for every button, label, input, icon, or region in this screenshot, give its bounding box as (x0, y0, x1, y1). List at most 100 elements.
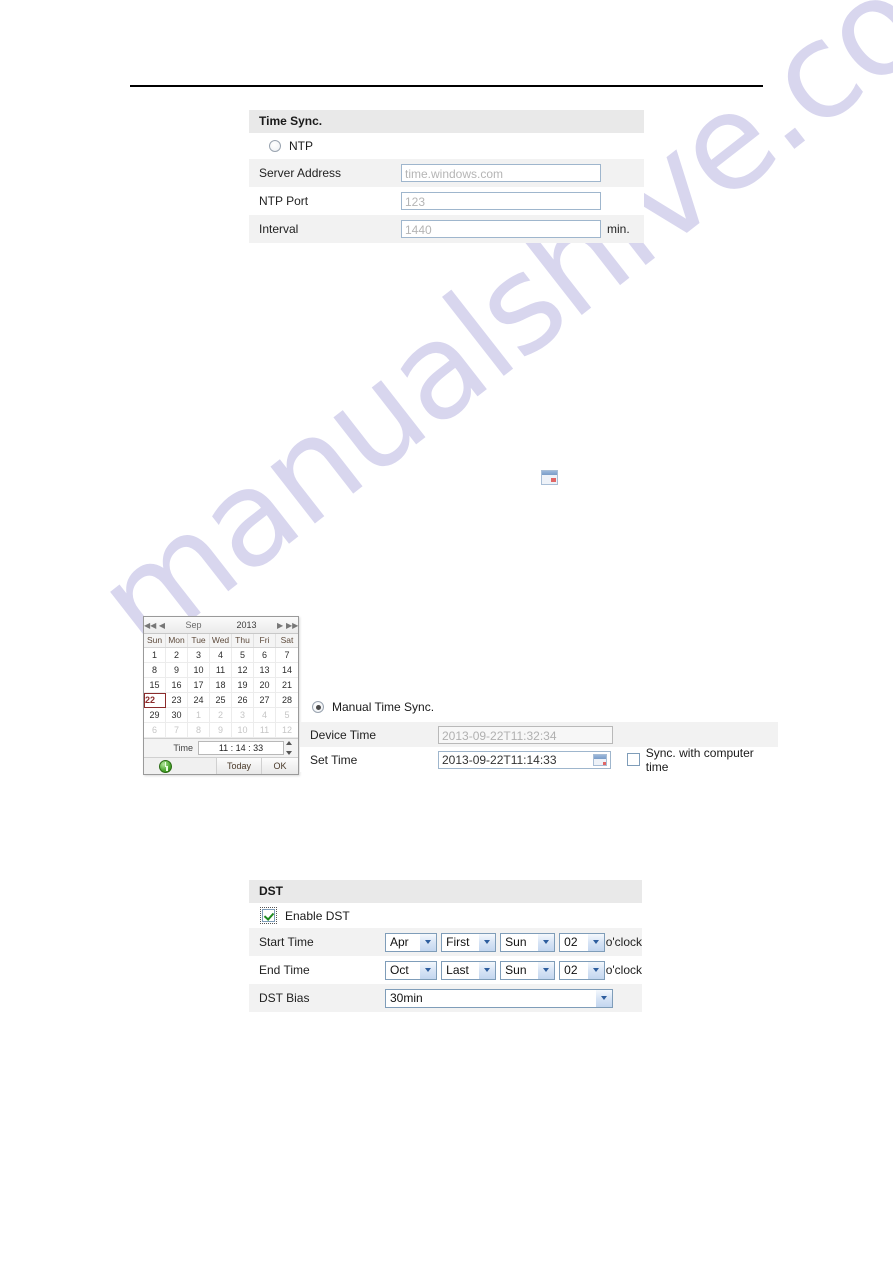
calendar-weekday-wed: Wed (210, 634, 232, 647)
calendar-day-cell[interactable]: 3 (232, 708, 254, 723)
calendar-day-cell[interactable]: 27 (254, 693, 276, 708)
manual-sync-option-row[interactable]: Manual Time Sync. (312, 694, 782, 720)
calendar-day-cell[interactable]: 5 (232, 648, 254, 663)
calendar-day-cell[interactable]: 13 (254, 663, 276, 678)
calendar-time-input[interactable]: 11 : 14 : 33 (198, 741, 284, 755)
calendar-day-cell[interactable]: 17 (188, 678, 210, 693)
calendar-day-cell[interactable]: 8 (188, 723, 210, 738)
calendar-day-cell[interactable]: 2 (166, 648, 188, 663)
calendar-picker-icon[interactable] (541, 470, 558, 485)
ntp-radio-label: NTP (289, 139, 313, 153)
watermark-text: manualshive.com (70, 0, 893, 682)
dst-end-time-label: End Time (259, 963, 310, 977)
ntp-port-input[interactable]: 123 (401, 192, 601, 210)
next-month-icon[interactable]: ▶ (274, 621, 286, 630)
calendar-header: ◀◀ ◀ Sep 2013 ▶ ▶▶ (144, 617, 298, 634)
calendar-day-cell[interactable]: 7 (276, 648, 298, 663)
sync-with-computer-time-checkbox[interactable] (626, 753, 640, 766)
device-time-label: Device Time (310, 727, 377, 742)
date-time-picker[interactable]: ◀◀ ◀ Sep 2013 ▶ ▶▶ Sun Mon Tue Wed Thu Fri Sat… (143, 616, 299, 775)
manual-time-sync-radio[interactable] (312, 701, 324, 713)
dst-end-time-row: End Time Oct Last Sun 02 o'clock (249, 956, 642, 984)
dst-bias-select[interactable]: 30min (385, 988, 613, 1008)
dst-bias-label: DST Bias (259, 991, 310, 1005)
calendar-year-label[interactable]: 2013 (219, 620, 274, 630)
dst-end-unit-label: o'clock (605, 963, 642, 977)
calendar-day-cell[interactable]: 26 (232, 693, 254, 708)
dst-end-week-select[interactable]: Last (441, 960, 497, 980)
chevron-down-icon (537, 961, 555, 979)
calendar-day-cell[interactable]: 1 (188, 708, 210, 723)
calendar-footer-spacer (186, 758, 216, 774)
calendar-day-cell[interactable]: 3 (188, 648, 210, 663)
calendar-day-cell[interactable]: 10 (188, 663, 210, 678)
calendar-day-cell[interactable]: 9 (210, 723, 232, 738)
dst-start-hour-select[interactable]: 02 (559, 932, 605, 952)
interval-row: Interval 1440 min. (249, 215, 644, 243)
calendar-day-cell[interactable]: 4 (254, 708, 276, 723)
calendar-day-cell[interactable]: 5 (276, 708, 298, 723)
calendar-weekday-mon: Mon (166, 634, 188, 647)
calendar-day-cell[interactable]: 14 (276, 663, 298, 678)
device-time-row: Device Time 2013-09-22T11:32:34 (300, 722, 778, 747)
calendar-day-cell[interactable]: 15 (144, 678, 166, 693)
calendar-day-cell[interactable]: 24 (188, 693, 210, 708)
ntp-port-row: NTP Port 123 (249, 187, 644, 215)
dst-start-week-value: First (446, 935, 470, 949)
calendar-day-cell[interactable]: 18 (210, 678, 232, 693)
calendar-day-cell[interactable]: 4 (210, 648, 232, 663)
dst-end-day-select[interactable]: Sun (500, 960, 556, 980)
calendar-day-grid[interactable]: 1 2 3 4 5 6 7 8 9 10 11 12 13 14 15 16 17 18 19 20 21 22 23 24 2… (144, 648, 298, 738)
calendar-day-cell[interactable]: 6 (144, 723, 166, 738)
calendar-day-cell[interactable]: 21 (276, 678, 298, 693)
set-time-calendar-icon[interactable] (592, 753, 607, 766)
dst-end-hour-value: 02 (564, 963, 578, 977)
prev-month-icon[interactable]: ◀ (156, 621, 168, 630)
time-spinner[interactable] (286, 741, 295, 755)
dst-end-hour-select[interactable]: 02 (559, 960, 605, 980)
calendar-month-label[interactable]: Sep (168, 620, 219, 630)
next-year-icon[interactable]: ▶▶ (286, 621, 298, 630)
calendar-day-cell[interactable]: 20 (254, 678, 276, 693)
calendar-day-cell[interactable]: 29 (144, 708, 166, 723)
dst-start-month-select[interactable]: Apr (385, 932, 438, 952)
calendar-day-cell[interactable]: 28 (276, 693, 298, 708)
dst-start-day-select[interactable]: Sun (500, 932, 556, 952)
interval-input[interactable]: 1440 (401, 220, 601, 238)
dst-bias-row: DST Bias 30min (249, 984, 642, 1012)
interval-label: Interval (259, 222, 299, 236)
ok-button[interactable]: OK (261, 758, 298, 774)
calendar-globe-icon[interactable] (144, 758, 186, 774)
calendar-day-cell[interactable]: 10 (232, 723, 254, 738)
calendar-day-cell[interactable]: 2 (210, 708, 232, 723)
calendar-day-cell[interactable]: 22 (144, 693, 166, 708)
calendar-day-cell[interactable]: 1 (144, 648, 166, 663)
ntp-option-row[interactable]: NTP (249, 133, 644, 159)
calendar-day-cell[interactable]: 30 (166, 708, 188, 723)
calendar-day-cell[interactable]: 11 (254, 723, 276, 738)
dst-end-month-select[interactable]: Oct (385, 960, 438, 980)
calendar-day-cell[interactable]: 12 (232, 663, 254, 678)
manual-time-sync-section: Manual Time Sync. (312, 694, 782, 720)
enable-dst-checkbox[interactable] (262, 909, 275, 922)
today-button[interactable]: Today (216, 758, 261, 774)
server-address-input[interactable]: time.windows.com (401, 164, 601, 182)
calendar-day-cell[interactable]: 6 (254, 648, 276, 663)
ntp-radio[interactable] (269, 140, 281, 152)
server-address-row: Server Address time.windows.com (249, 159, 644, 187)
chevron-down-icon (537, 933, 555, 951)
set-time-input[interactable]: 2013-09-22T11:14:33 (438, 750, 611, 769)
calendar-day-cell[interactable]: 11 (210, 663, 232, 678)
enable-dst-row[interactable]: Enable DST (249, 903, 642, 928)
prev-year-icon[interactable]: ◀◀ (144, 621, 156, 630)
calendar-day-cell[interactable]: 12 (276, 723, 298, 738)
dst-start-week-select[interactable]: First (441, 932, 497, 952)
calendar-day-cell[interactable]: 9 (166, 663, 188, 678)
calendar-day-cell[interactable]: 19 (232, 678, 254, 693)
calendar-day-cell[interactable]: 16 (166, 678, 188, 693)
calendar-day-cell[interactable]: 7 (166, 723, 188, 738)
calendar-day-cell[interactable]: 25 (210, 693, 232, 708)
dst-end-day-value: Sun (505, 963, 527, 977)
calendar-day-cell[interactable]: 23 (166, 693, 188, 708)
calendar-day-cell[interactable]: 8 (144, 663, 166, 678)
